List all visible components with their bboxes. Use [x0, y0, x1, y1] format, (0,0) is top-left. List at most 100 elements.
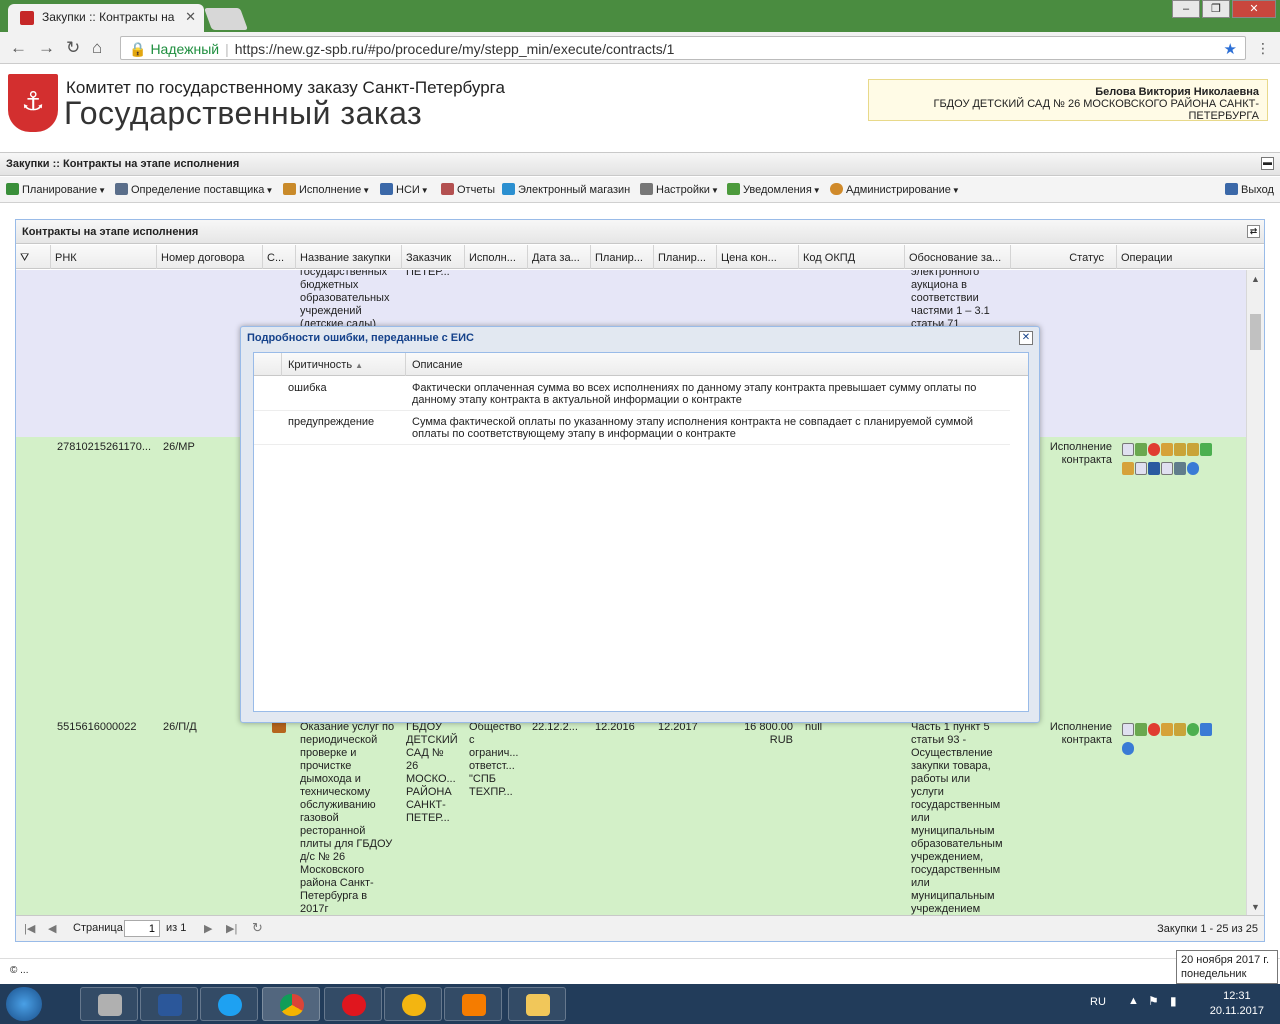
col-header-basis[interactable]: Обоснование за... [905, 245, 1011, 269]
col-header-operations[interactable]: Операции [1117, 245, 1265, 269]
taskbar-chrome[interactable] [262, 987, 320, 1021]
grid-title-text: Контракты на этапе исполнения [22, 226, 199, 238]
refresh-grid-icon[interactable]: ⇄ [1247, 225, 1260, 238]
edit-icon[interactable] [1135, 443, 1147, 456]
col-header-plan2[interactable]: Планир... [654, 245, 717, 269]
bookmark-star-icon[interactable]: ★ [1224, 40, 1237, 58]
scroll-down-icon[interactable]: ▼ [1251, 902, 1260, 912]
toolbar-eshop-label: Электронный магазин [518, 184, 631, 196]
chevron-down-icon: ▼ [420, 186, 429, 195]
taskbar-word[interactable] [140, 987, 198, 1021]
window-controls: ‒ ❐ ✕ [1170, 0, 1276, 18]
back-arrow-icon[interactable]: ← [10, 38, 27, 58]
clock[interactable]: 12:31 20.11.2017 [1210, 989, 1264, 1019]
browser-menu-icon[interactable]: ⋮ [1256, 40, 1270, 57]
col-header-price[interactable]: Цена кон... [717, 245, 799, 269]
col-header-plan1[interactable]: Планир... [591, 245, 654, 269]
scroll-thumb[interactable] [1250, 314, 1261, 350]
key-icon[interactable] [1174, 443, 1186, 456]
document-icon[interactable] [1122, 443, 1134, 456]
network-icon[interactable]: ▮ [1170, 994, 1177, 1008]
edit-icon[interactable] [1135, 723, 1147, 736]
col-header-customer[interactable]: Заказчик [402, 245, 465, 269]
grid-scrollbar[interactable]: ▲ ▼ [1246, 270, 1264, 916]
taskbar-app[interactable] [384, 987, 442, 1021]
col-header-executor[interactable]: Исполн... [465, 245, 528, 269]
flag-icon[interactable]: ⚑ [1148, 994, 1159, 1008]
tab-close-icon[interactable]: ✕ [185, 9, 196, 25]
last-page-icon[interactable]: ▶| [226, 922, 237, 935]
url-input[interactable]: 🔒 Надежный | https://new.gz-spb.ru/#po/proc… [120, 36, 1246, 60]
toolbar-notifications[interactable]: Уведомления▼ [727, 183, 821, 196]
emblem-icon[interactable] [1187, 443, 1199, 456]
col-header-status[interactable]: Статус [1011, 245, 1117, 269]
minimize-button[interactable]: ‒ [1172, 0, 1200, 18]
prev-page-icon[interactable]: ◀ [48, 922, 56, 935]
barcode-icon[interactable] [1148, 462, 1160, 475]
chart-icon[interactable] [1161, 723, 1173, 736]
info-icon[interactable] [1187, 462, 1199, 475]
key-icon[interactable] [1174, 723, 1186, 736]
stop-icon[interactable] [1148, 443, 1160, 456]
table-row[interactable]: ошибка Фактически оплаченная сумма во вс… [254, 377, 1010, 411]
table-row[interactable]: предупреждение Сумма фактической оплаты … [254, 411, 1010, 445]
col-header-description[interactable]: Описание [406, 353, 1028, 376]
scroll-up-icon[interactable]: ▲ [1251, 274, 1260, 284]
page-number-input[interactable] [124, 920, 160, 937]
toolbar-supplier-label: Определение поставщика [131, 184, 265, 196]
col-header-s[interactable]: С... [263, 245, 296, 269]
taskbar-explorer[interactable] [508, 987, 566, 1021]
taskbar-fax-app[interactable] [80, 987, 138, 1021]
maximize-button[interactable]: ❐ [1202, 0, 1230, 18]
chart-icon[interactable] [1161, 443, 1173, 456]
language-indicator[interactable]: RU [1090, 996, 1106, 1008]
col-header-name[interactable]: Название закупки [296, 245, 402, 269]
first-page-icon[interactable]: |◀ [24, 922, 35, 935]
stop-icon[interactable] [1148, 723, 1160, 736]
cell-executor: Общество с огранич... ответст... "СПБ ТЕ… [469, 721, 522, 798]
col-header-contract-no[interactable]: Номер договора [157, 245, 263, 269]
document-icon[interactable] [1122, 723, 1134, 736]
refresh-icon[interactable]: ↻ [252, 920, 263, 936]
col-header-rnk[interactable]: РНК [51, 245, 157, 269]
page-label: Страница [73, 922, 123, 934]
collapse-panel-button[interactable]: ▬ [1261, 157, 1274, 170]
toolbar-eshop[interactable]: Электронный магазин [502, 183, 630, 196]
toolbar-settings[interactable]: Настройки▼ [640, 183, 719, 196]
toolbar-reports[interactable]: Отчеты [441, 183, 495, 196]
logout-button[interactable]: Выход [1225, 183, 1274, 196]
toolbar-admin[interactable]: Администрирование▼ [830, 183, 960, 196]
toolbar-nsi[interactable]: НСИ▼ [380, 183, 429, 196]
col-header-okpd[interactable]: Код ОКПД [799, 245, 905, 269]
browser-tab[interactable]: Закупки :: Контракты на ✕ [8, 4, 204, 32]
pen-icon[interactable] [1200, 723, 1212, 736]
taskbar-opera[interactable] [324, 987, 382, 1021]
toolbar-supplier[interactable]: Определение поставщика▼ [115, 183, 273, 196]
file-icon[interactable] [1161, 462, 1173, 475]
close-window-button[interactable]: ✕ [1232, 0, 1276, 18]
close-icon[interactable]: ✕ [1019, 331, 1033, 345]
taskbar-media[interactable] [444, 987, 502, 1021]
forward-arrow-icon[interactable]: → [38, 38, 55, 58]
toolbar-planning[interactable]: Планирование▼ [6, 183, 106, 196]
next-page-icon[interactable]: ▶ [204, 922, 212, 935]
new-tab-button[interactable] [203, 8, 249, 30]
reference-book-icon [380, 183, 393, 195]
toolbar-settings-label: Настройки [656, 184, 710, 196]
home-icon[interactable]: ⌂ [92, 38, 102, 58]
print-icon[interactable] [1174, 462, 1186, 475]
gear-icon[interactable] [1187, 723, 1199, 736]
reload-icon[interactable]: ↻ [66, 38, 80, 58]
col-header-date[interactable]: Дата за... [528, 245, 591, 269]
show-hidden-icons-icon[interactable]: ▲ [1128, 995, 1139, 1007]
toolbar-execution[interactable]: Исполнение▼ [283, 183, 370, 196]
list-icon[interactable] [1122, 462, 1134, 475]
start-button[interactable] [6, 987, 42, 1021]
taskbar-ie[interactable] [200, 987, 258, 1021]
bell-icon[interactable] [1200, 443, 1212, 456]
col-header-severity[interactable]: Критичность ▲ [282, 353, 406, 376]
table-row[interactable]: 5515616000022 26/П/Д Оказание услуг по п… [16, 717, 1247, 916]
filter-icon[interactable]: ⛛ [16, 245, 51, 269]
info-icon[interactable] [1122, 742, 1134, 755]
copy-icon[interactable] [1135, 462, 1147, 475]
